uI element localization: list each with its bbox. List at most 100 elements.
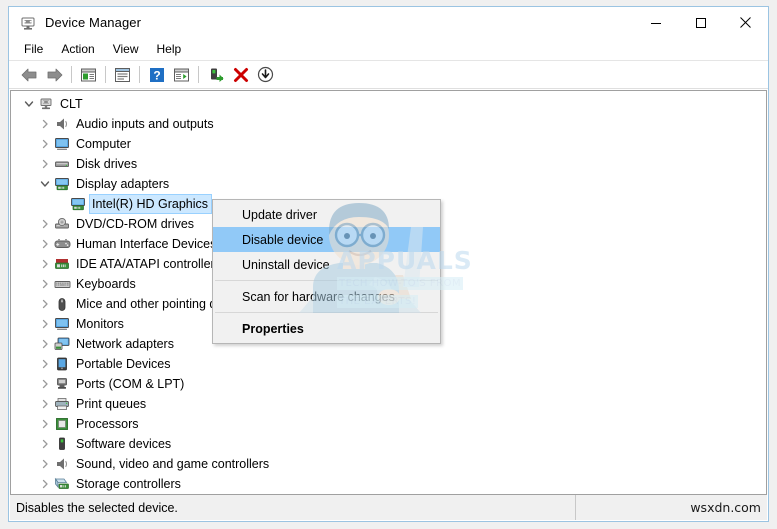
ide-controller-icon (53, 256, 71, 272)
tree-node-label: Display adapters (76, 177, 170, 191)
maximize-button[interactable] (678, 7, 723, 38)
tree-node-display-adapters[interactable]: Display adapters (11, 174, 766, 194)
caption-buttons (633, 7, 768, 38)
window-title: Device Manager (45, 15, 142, 30)
uninstall-device-icon[interactable] (228, 63, 253, 86)
toolbar-separator (139, 66, 140, 83)
status-watermark: wsxdn.com (575, 495, 767, 520)
svg-text:?: ? (153, 68, 160, 82)
tree-node-label: Processors (76, 417, 139, 431)
status-bar: Disables the selected device. wsxdn.com (10, 494, 767, 520)
menu-action[interactable]: Action (52, 40, 103, 58)
mouse-icon (53, 296, 71, 312)
context-menu-separator (215, 312, 438, 313)
chevron-right-icon[interactable] (37, 116, 53, 132)
tree-node-label: Storage controllers (76, 477, 181, 491)
tree-node-label: Network adapters (76, 337, 174, 351)
chevron-right-icon[interactable] (37, 216, 53, 232)
chevron-right-icon[interactable] (37, 296, 53, 312)
speaker-icon (53, 116, 71, 132)
printer-icon (53, 396, 71, 412)
portable-device-icon (53, 356, 71, 372)
chevron-right-icon[interactable] (37, 136, 53, 152)
tree-node-label: Human Interface Devices (76, 237, 217, 251)
device-manager-screenshot: Device Manager File Action View Help ? C… (0, 0, 777, 529)
context-menu-item-properties[interactable]: Properties (213, 316, 440, 341)
scan-hardware-changes-icon[interactable] (253, 63, 278, 86)
speaker-icon (53, 456, 71, 472)
chevron-right-icon[interactable] (37, 456, 53, 472)
minimize-button[interactable] (633, 7, 678, 38)
tree-node-software-devices[interactable]: Software devices (11, 434, 766, 454)
context-menu-item-scan-for-hardware-changes[interactable]: Scan for hardware changes (213, 284, 440, 309)
help-icon[interactable]: ? (144, 63, 169, 86)
status-message: Disables the selected device. (16, 500, 178, 515)
tree-node-processors[interactable]: Processors (11, 414, 766, 434)
tree-node-label: CLT (60, 97, 83, 111)
display-adapter-icon (69, 196, 87, 212)
chevron-right-icon[interactable] (37, 416, 53, 432)
chevron-down-icon[interactable] (21, 96, 37, 112)
chevron-right-icon[interactable] (37, 436, 53, 452)
chevron-right-icon[interactable] (37, 476, 53, 492)
tree-node-label: Software devices (76, 437, 172, 451)
menu-file[interactable]: File (15, 40, 52, 58)
chevron-down-icon[interactable] (37, 176, 53, 192)
forward-arrow-icon[interactable] (42, 63, 67, 86)
disk-drive-icon (53, 156, 71, 172)
tree-node-storage-controllers[interactable]: Storage controllers (11, 474, 766, 494)
chevron-right-icon[interactable] (37, 156, 53, 172)
tree-node-label: IDE ATA/ATAPI controllers (76, 257, 221, 271)
toolbar-separator (105, 66, 106, 83)
tree-node-label: DVD/CD-ROM drives (76, 217, 195, 231)
tree-node-ports-com-and-lpt[interactable]: Ports (COM & LPT) (11, 374, 766, 394)
tree-node-portable-devices[interactable]: Portable Devices (11, 354, 766, 374)
tree-node-label: Intel(R) HD Graphics (89, 194, 212, 214)
context-menu-item-disable-device[interactable]: Disable device (213, 227, 440, 252)
show-hide-action-pane-icon[interactable] (169, 63, 194, 86)
tree-node-clt[interactable]: CLT (11, 94, 766, 114)
tree-node-label: Sound, video and game controllers (76, 457, 270, 471)
chevron-right-icon[interactable] (37, 336, 53, 352)
context-menu-item-update-driver[interactable]: Update driver (213, 202, 440, 227)
menu-help[interactable]: Help (148, 40, 191, 58)
chevron-right-icon[interactable] (37, 376, 53, 392)
tree-node-audio-inputs-and-outputs[interactable]: Audio inputs and outputs (11, 114, 766, 134)
device-manager-icon (19, 14, 37, 32)
hid-icon (53, 236, 71, 252)
context-menu-item-uninstall-device[interactable]: Uninstall device (213, 252, 440, 277)
monitor-icon (53, 316, 71, 332)
chevron-right-icon[interactable] (37, 356, 53, 372)
properties-icon[interactable] (110, 63, 135, 86)
device-manager-window: Device Manager File Action View Help ? C… (8, 6, 769, 522)
tree-node-label: Audio inputs and outputs (76, 117, 214, 131)
close-button[interactable] (723, 7, 768, 38)
network-adapter-icon (53, 336, 71, 352)
tree-node-label: Computer (76, 137, 131, 151)
computer-root-icon (37, 96, 55, 112)
tree-node-label: Keyboards (76, 277, 136, 291)
title-bar: Device Manager (9, 7, 768, 38)
back-arrow-icon[interactable] (17, 63, 42, 86)
chevron-right-icon[interactable] (37, 256, 53, 272)
show-hide-console-tree-icon[interactable] (76, 63, 101, 86)
toolbar-separator (71, 66, 72, 83)
monitor-icon (53, 136, 71, 152)
tree-node-label: Ports (COM & LPT) (76, 377, 185, 391)
menu-view[interactable]: View (104, 40, 148, 58)
chevron-right-icon[interactable] (37, 276, 53, 292)
tree-node-disk-drives[interactable]: Disk drives (11, 154, 766, 174)
tree-node-computer[interactable]: Computer (11, 134, 766, 154)
storage-controller-icon (53, 476, 71, 492)
tree-node-print-queues[interactable]: Print queues (11, 394, 766, 414)
disable-device-icon[interactable] (203, 63, 228, 86)
toolbar: ? (9, 61, 768, 89)
port-icon (53, 376, 71, 392)
keyboard-icon (53, 276, 71, 292)
tree-node-sound-video-and-game-controllers[interactable]: Sound, video and game controllers (11, 454, 766, 474)
toolbar-separator (198, 66, 199, 83)
display-adapter-icon (53, 176, 71, 192)
chevron-right-icon[interactable] (37, 236, 53, 252)
chevron-right-icon[interactable] (37, 316, 53, 332)
chevron-right-icon[interactable] (37, 396, 53, 412)
